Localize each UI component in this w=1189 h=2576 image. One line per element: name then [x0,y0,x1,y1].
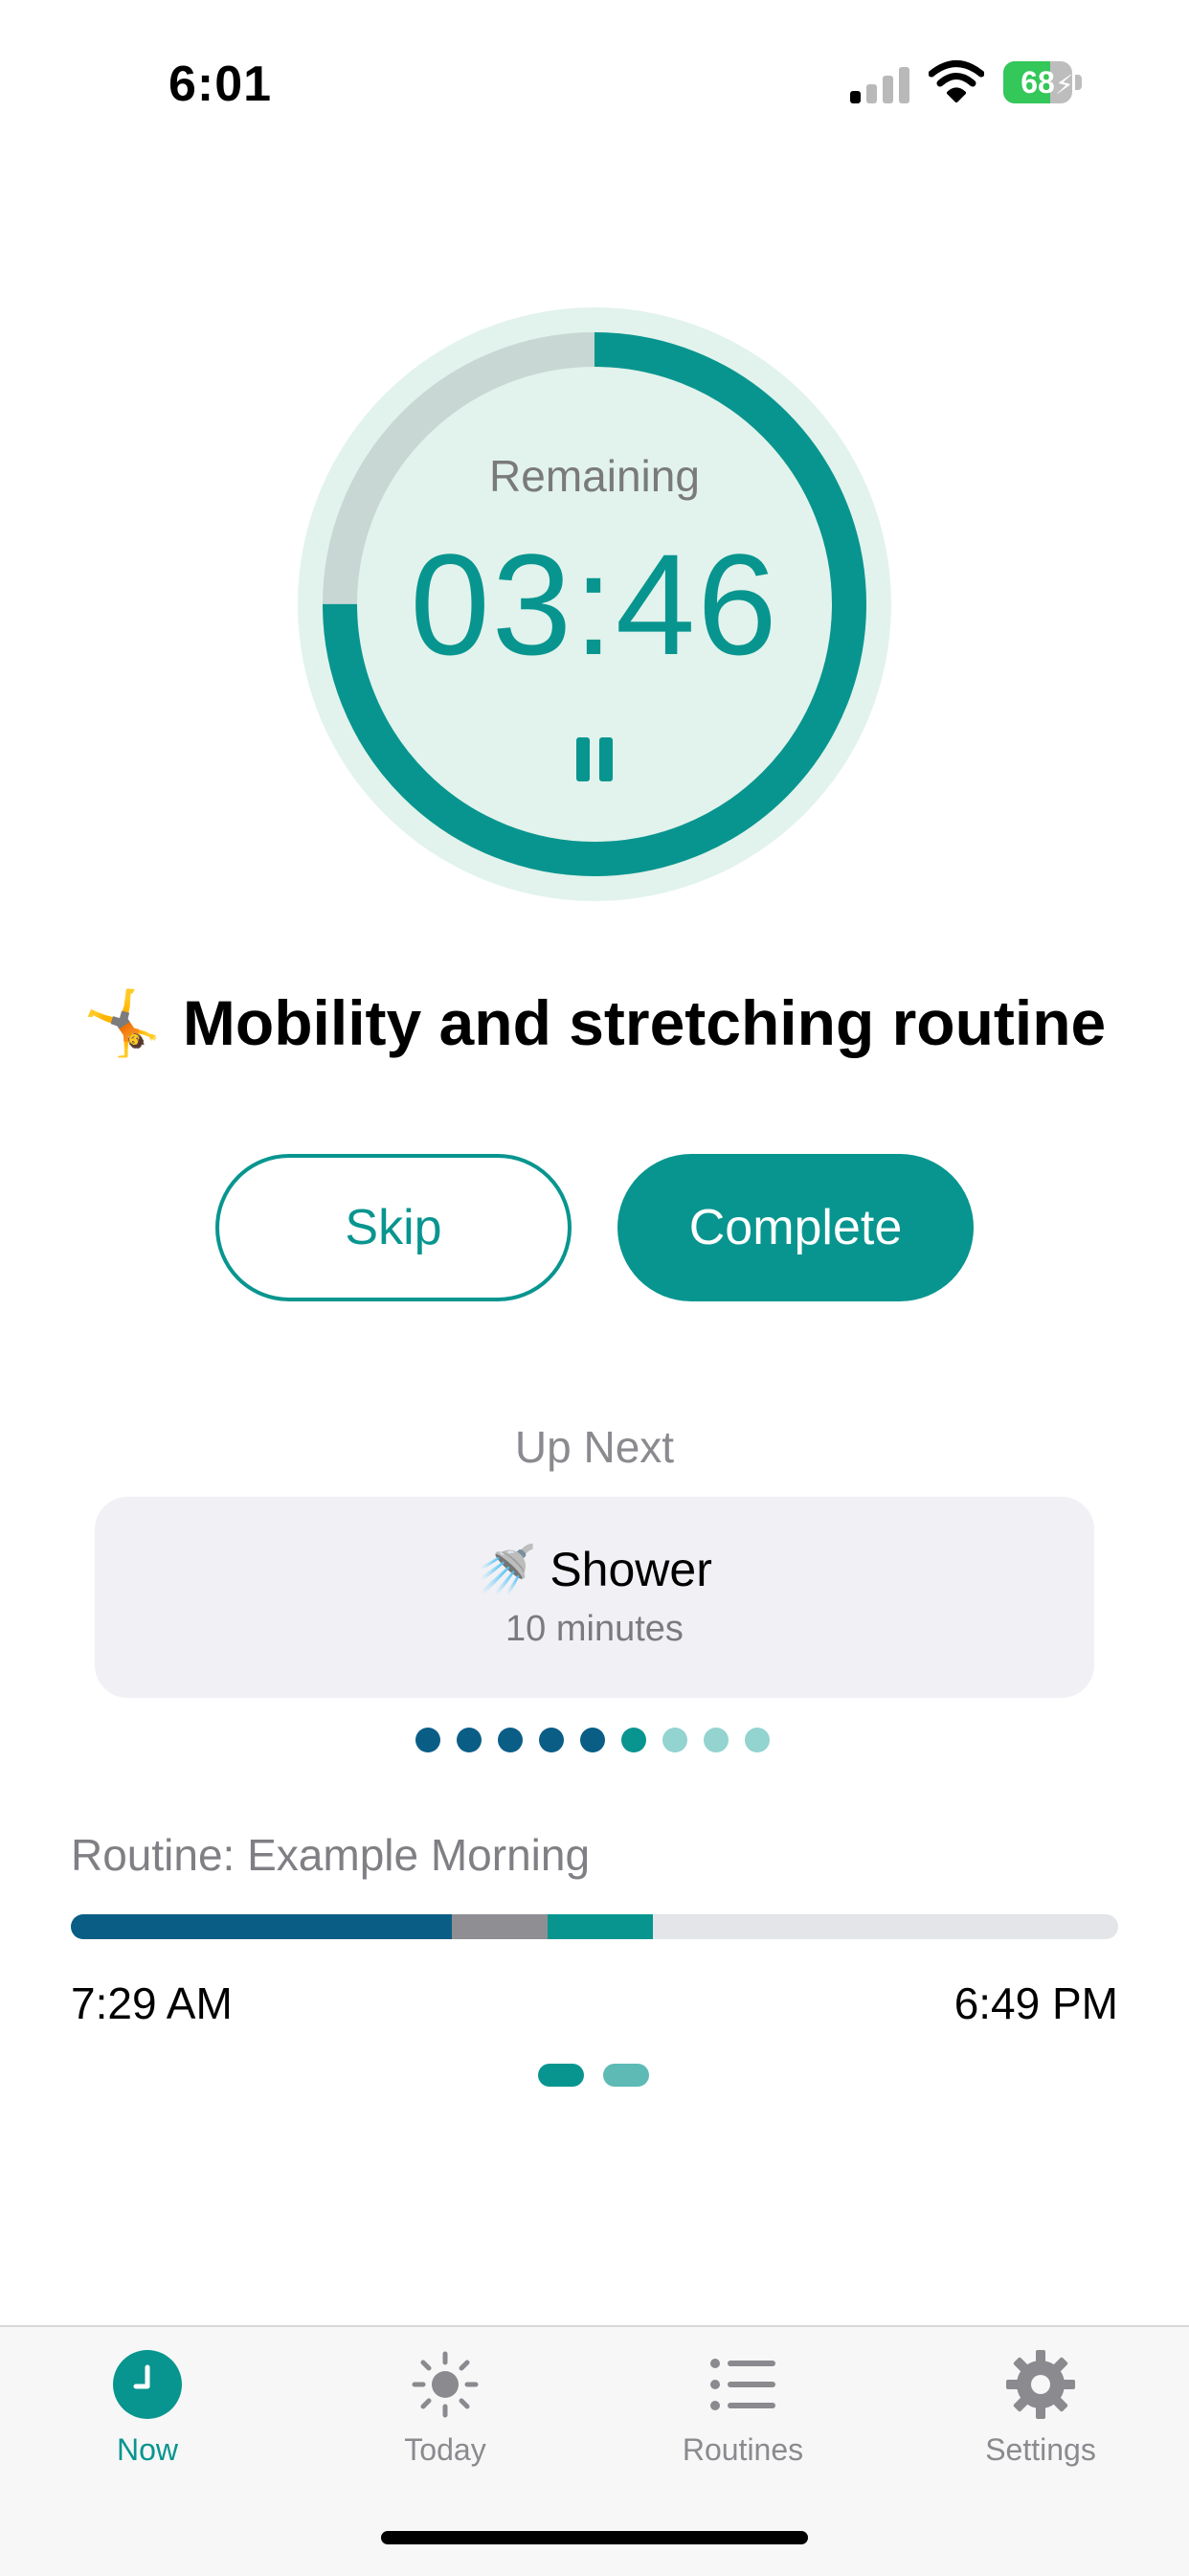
progress-segment-current [548,1914,653,1939]
skip-button[interactable]: Skip [215,1154,572,1301]
battery-icon: 68 ⚡ [1003,61,1084,103]
wifi-icon [928,59,985,103]
step-dot [662,1728,687,1752]
tab-settings[interactable]: Settings [935,2337,1146,2471]
list-icon [708,2350,777,2419]
routine-progress-bar [71,1914,1118,1939]
remaining-time: 03:46 [410,524,779,685]
step-dot [745,1728,770,1752]
tab-today[interactable]: Today [340,2337,550,2471]
pause-button[interactable] [576,737,613,781]
up-next-label: Up Next [514,1422,675,1472]
tab-label: Settings [985,2432,1096,2467]
page-indicator[interactable] [538,2064,651,2087]
progress-segment-completed [71,1914,452,1939]
gear-icon [1006,2350,1075,2419]
up-next-duration: 10 minutes [505,1609,684,1649]
tab-label: Today [404,2432,486,2467]
task-title-text: Mobility and stretching routine [182,987,1107,1058]
step-dot [621,1728,646,1752]
complete-button[interactable]: Complete [617,1154,974,1301]
step-dot [498,1728,523,1752]
up-next-task-name: Shower [550,1543,712,1596]
routine-start-time: 7:29 AM [71,1978,233,2028]
status-time: 6:01 [168,56,273,112]
home-indicator [381,2531,808,2544]
cartwheel-icon: 🤸 [82,987,162,1058]
sun-icon [411,2350,480,2419]
progress-segment-skipped [452,1914,548,1939]
page-dot[interactable] [603,2064,649,2087]
step-dot [415,1728,440,1752]
page-dot[interactable] [538,2064,584,2087]
step-dot [457,1728,482,1752]
step-dot [704,1728,729,1752]
step-indicator [415,1728,779,1756]
shower-icon: 🚿 [477,1543,537,1596]
cellular-signal-icon [850,65,911,103]
current-task-title: 🤸 Mobility and stretching routine [0,986,1189,1061]
tab-now[interactable]: Now [42,2337,253,2471]
tab-label: Routines [682,2432,804,2467]
up-next-title: 🚿 Shower [95,1542,1094,1598]
step-dot [539,1728,564,1752]
pause-icon [576,737,590,781]
clock-icon [113,2350,182,2419]
tab-label: Now [116,2432,178,2467]
tab-routines[interactable]: Routines [638,2337,848,2471]
routine-name: Routine: Example Morning [71,1830,591,1880]
charging-bolt-icon: ⚡ [1055,70,1072,100]
step-dot [580,1728,605,1752]
routine-end-time: 6:49 PM [953,1978,1118,2028]
remaining-label: Remaining [489,451,700,501]
